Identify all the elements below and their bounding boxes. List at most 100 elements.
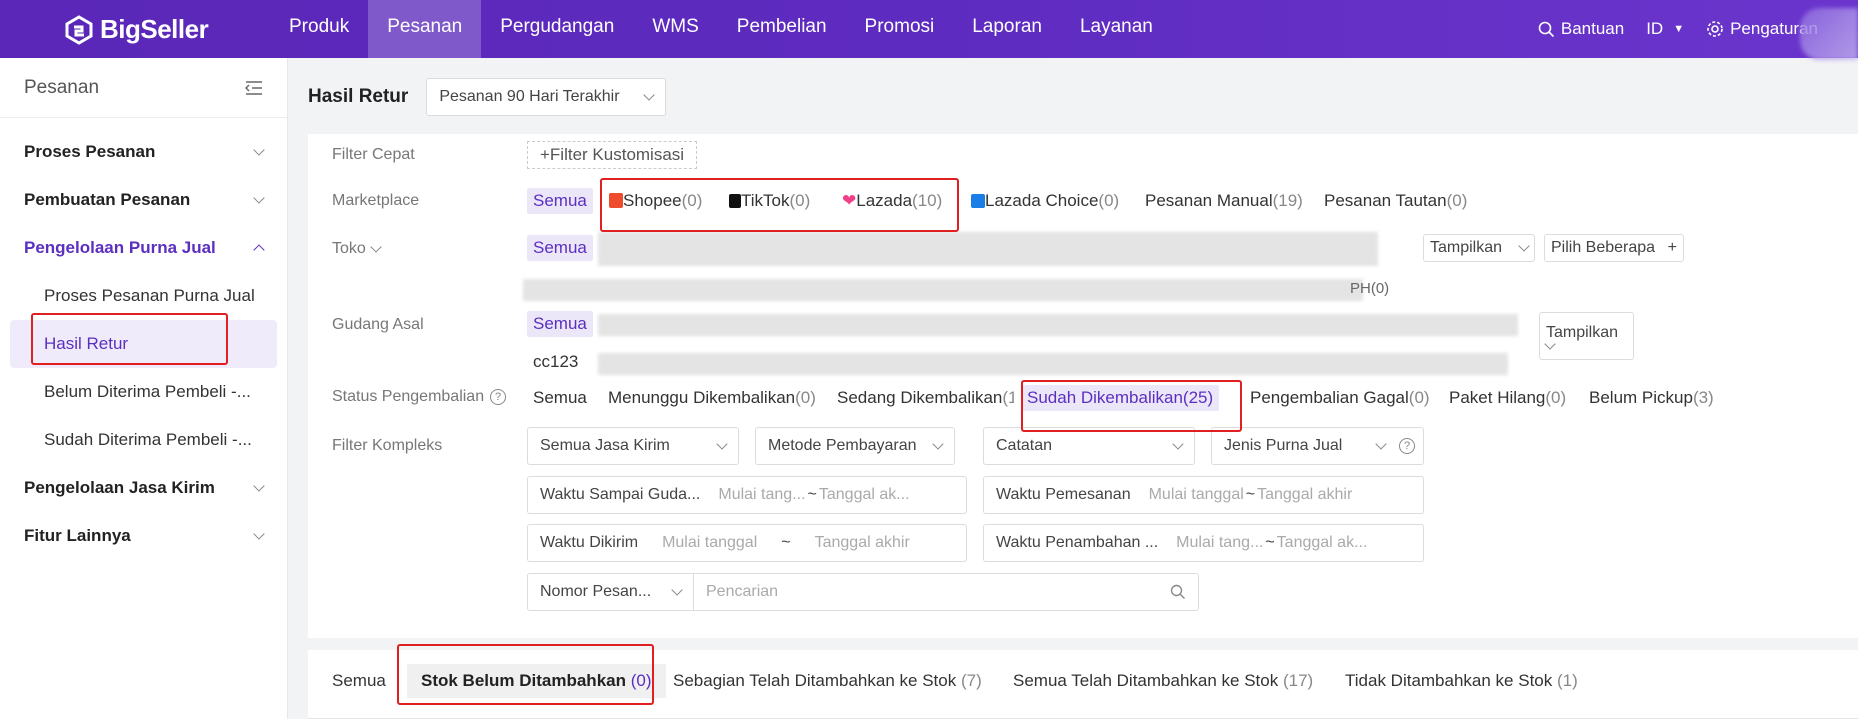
sidebar-title: Pesanan [24, 76, 100, 98]
tab-semua-telah[interactable]: Semua Telah Ditambahkan ke Stok (17) [1013, 664, 1313, 698]
tab-tidak-ditambahkan[interactable]: Tidak Ditambahkan ke Stok (1) [1345, 664, 1578, 698]
status-count: (0) [795, 388, 816, 407]
waktu-sampai-range[interactable]: Waktu Sampai Guda... Mulai tang... ~ Tan… [527, 476, 967, 514]
main-nav: Produk Pesanan Pergudangan WMS Pembelian… [270, 0, 1172, 58]
status-count: (0) [1545, 388, 1567, 407]
marketplace-lazada[interactable]: ❤Lazada(10) [842, 191, 942, 211]
waktu-penambahan-range[interactable]: Waktu Penambahan ... Mulai tang... ~ Tan… [983, 524, 1424, 562]
marketplace-all[interactable]: Semua [527, 188, 593, 214]
toko-list-blurred [523, 279, 1363, 301]
bigseller-logo[interactable]: BigSeller [64, 14, 209, 45]
sidebar-item-sudah-diterima[interactable]: Sudah Diterima Pembeli -... [0, 416, 287, 464]
pilih-beberapa-label: Pilih Beberapa [1551, 239, 1656, 256]
language-select[interactable]: ID ▼ [1646, 19, 1684, 39]
nav-produk[interactable]: Produk [270, 0, 368, 58]
tab-stok-belum[interactable]: Stok Belum Ditambahkan (0) [407, 664, 666, 698]
chevron-down-icon [253, 480, 265, 492]
jenis-purna-jual-select[interactable]: Jenis Purna Jual ? [1211, 427, 1424, 465]
nav-pembelian[interactable]: Pembelian [718, 0, 846, 58]
status-gagal[interactable]: Pengembalian Gagal(0) [1250, 388, 1430, 408]
period-select[interactable]: Pesanan 90 Hari Terakhir [426, 78, 667, 116]
marketplace-tiktok[interactable]: TikTok(0) [729, 191, 810, 211]
range-sep: ~ [1265, 534, 1275, 551]
gudang-list-blurred [598, 353, 1508, 375]
status-name: Paket Hilang [1449, 388, 1546, 407]
nav-pergudangan[interactable]: Pergudangan [481, 0, 633, 58]
period-value: Pesanan 90 Hari Terakhir [439, 88, 620, 105]
tab-label: Stok Belum Ditambahkan [421, 671, 626, 690]
marketplace-lazada-choice[interactable]: Lazada Choice(0) [971, 191, 1119, 211]
chevron-down-icon [932, 438, 944, 450]
nav-layanan[interactable]: Layanan [1061, 0, 1172, 58]
tab-label: Tidak Ditambahkan ke Stok [1345, 671, 1553, 690]
range-label: Waktu Dikirim [540, 534, 639, 551]
custom-filter-button[interactable]: +Filter Kustomisasi [527, 141, 698, 169]
tab-count: (0) [630, 671, 652, 690]
gudang-all[interactable]: Semua [527, 311, 593, 337]
gudang-item-cc123[interactable]: cc123 [533, 352, 578, 372]
page-title: Hasil Retur [308, 86, 409, 107]
status-count: (1) [1002, 388, 1014, 407]
waktu-dikirim-range[interactable]: Waktu Dikirim Mulai tanggal ~ Tanggal ak… [527, 524, 967, 562]
marketplace-manual[interactable]: Pesanan Manual(19) [1145, 191, 1303, 211]
toko-tampilkan-select[interactable]: Tampilkan [1423, 234, 1535, 262]
sidebar-section-purna-jual[interactable]: Pengelolaan Purna Jual [0, 224, 287, 272]
gear-icon [1707, 21, 1723, 37]
catatan-select[interactable]: Catatan [983, 427, 1195, 465]
select-value: Catatan [996, 437, 1053, 454]
tab-count: (1) [1556, 671, 1578, 690]
gudang-tampilkan-select[interactable]: Tampilkan [1539, 312, 1634, 360]
nav-pesanan[interactable]: Pesanan [368, 0, 482, 58]
range-end: Tanggal ak... [1276, 534, 1368, 551]
marketplace-shopee[interactable]: Shopee(0) [609, 191, 702, 211]
marketplace-count: (0) [1098, 191, 1120, 210]
status-name: Belum Pickup [1589, 388, 1693, 407]
pilih-beberapa-button[interactable]: Pilih Beberapa + [1544, 234, 1684, 262]
status-all[interactable]: Semua [533, 388, 587, 408]
sidebar-section-fitur-lainnya[interactable]: Fitur Lainnya [0, 512, 287, 560]
search-input[interactable]: Pencarian [693, 573, 1199, 611]
help-icon[interactable]: ? [490, 389, 507, 405]
metode-pembayaran-select[interactable]: Metode Pembayaran [755, 427, 955, 465]
toko-filter-toggle[interactable]: Toko [332, 240, 382, 258]
jasa-kirim-select[interactable]: Semua Jasa Kirim [527, 427, 739, 465]
status-belum-pickup[interactable]: Belum Pickup(3) [1589, 388, 1714, 408]
status-name: Menunggu Dikembalikan [608, 388, 796, 407]
status-menunggu[interactable]: Menunggu Dikembalikan(0) [608, 388, 816, 408]
status-sedang[interactable]: Sedang Dikembalikan(1) [837, 388, 1014, 408]
search-type-select[interactable]: Nomor Pesan... [527, 573, 694, 611]
sidebar-item-hasil-retur[interactable]: Hasil Retur [10, 320, 277, 368]
select-value: Metode Pembayaran [768, 437, 917, 454]
toko-all[interactable]: Semua [527, 235, 593, 261]
nav-wms[interactable]: WMS [633, 0, 717, 58]
status-count: (0) [1408, 388, 1430, 407]
search-icon[interactable] [1170, 584, 1186, 600]
nav-promosi[interactable]: Promosi [846, 0, 954, 58]
help-icon[interactable]: ? [1399, 438, 1415, 454]
status-hilang[interactable]: Paket Hilang(0) [1449, 388, 1566, 408]
sidebar-section-pembuatan-pesanan[interactable]: Pembuatan Pesanan [0, 176, 287, 224]
user-avatar[interactable] [1800, 8, 1858, 60]
sidebar-item-proses-purna-jual[interactable]: Proses Pesanan Purna Jual [0, 272, 287, 320]
range-start: Mulai tanggal [1148, 486, 1244, 503]
tiktok-icon [729, 194, 741, 208]
plus-icon: + [1667, 239, 1677, 256]
nav-laporan[interactable]: Laporan [953, 0, 1061, 58]
sidebar-section-proses-pesanan[interactable]: Proses Pesanan [0, 128, 287, 176]
tab-count: (7) [960, 671, 982, 690]
collapse-menu-icon[interactable] [245, 80, 263, 95]
status-sudah[interactable]: Sudah Dikembalikan(25) [1021, 385, 1220, 411]
search-icon [1538, 21, 1554, 37]
tab-semua[interactable]: Semua [332, 664, 386, 698]
marketplace-tautan[interactable]: Pesanan Tautan(0) [1324, 191, 1467, 211]
chevron-down-icon [370, 241, 382, 253]
sidebar-section-jasa-kirim[interactable]: Pengelolaan Jasa Kirim [0, 464, 287, 512]
sidebar-item-belum-diterima[interactable]: Belum Diterima Pembeli -... [0, 368, 287, 416]
sidebar: Pesanan Proses Pesanan Pembuatan Pesanan… [0, 58, 288, 719]
title-bar: Hasil Retur Pesanan 90 Hari Terakhir [308, 78, 667, 116]
waktu-pemesanan-range[interactable]: Waktu Pemesanan Mulai tanggal ~ Tanggal … [983, 476, 1424, 514]
tab-sebagian[interactable]: Sebagian Telah Ditambahkan ke Stok (7) [673, 664, 982, 698]
help-link[interactable]: Bantuan [1538, 19, 1624, 39]
gudang-label: Gudang Asal [332, 316, 424, 333]
sidebar-section-label: Pengelolaan Jasa Kirim [24, 478, 215, 497]
